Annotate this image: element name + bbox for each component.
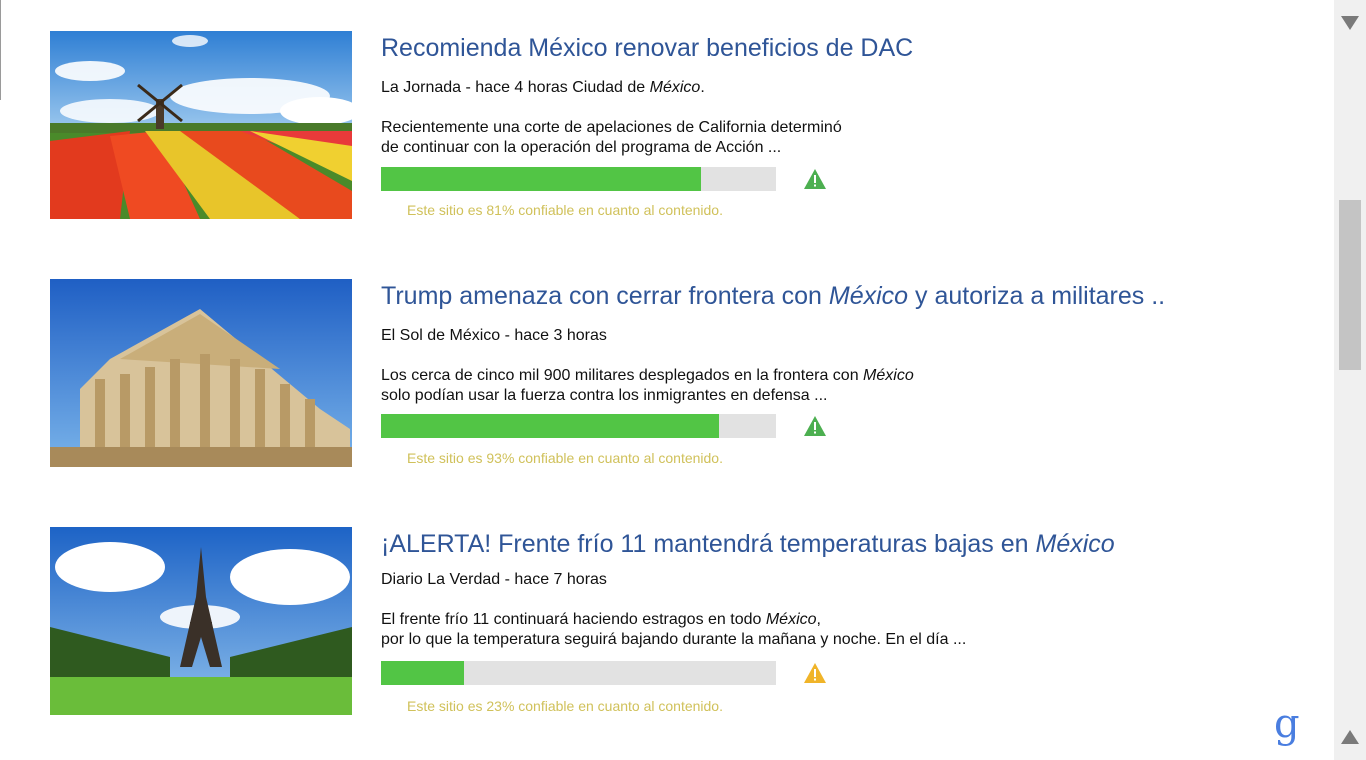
news-snippet: El frente frío 11 continuará haciendo es… bbox=[381, 611, 967, 648]
warning-icon[interactable] bbox=[803, 167, 827, 191]
news-snippet: Los cerca de cinco mil 900 militares des… bbox=[381, 367, 914, 404]
google-g-icon[interactable]: g bbox=[1274, 700, 1300, 748]
news-source: La Jornada - hace 4 horas Ciudad de Méxi… bbox=[381, 79, 705, 96]
reliability-bar bbox=[381, 167, 776, 191]
triangle-down-icon[interactable] bbox=[1340, 14, 1360, 32]
news-source: El Sol de México - hace 3 horas bbox=[381, 327, 607, 344]
triangle-up-icon[interactable] bbox=[1340, 728, 1360, 746]
news-source: Diario La Verdad - hace 7 horas bbox=[381, 571, 607, 588]
reliability-text: Este sitio es 81% confiable en cuanto al… bbox=[407, 202, 723, 218]
news-item[interactable]: Recomienda México renovar beneficios de … bbox=[50, 31, 1310, 221]
windmill-tulips-image[interactable] bbox=[50, 31, 352, 219]
reliability-bar-fill bbox=[381, 661, 464, 685]
scrollbar[interactable] bbox=[1334, 0, 1366, 760]
reliability-bar-fill bbox=[381, 414, 719, 438]
news-item[interactable]: ¡ALERTA! Frente frío 11 mantendrá temper… bbox=[50, 527, 1310, 717]
scrollbar-thumb[interactable] bbox=[1339, 200, 1361, 370]
warning-icon[interactable] bbox=[803, 661, 827, 685]
left-edge-line bbox=[0, 0, 1, 100]
reliability-bar bbox=[381, 661, 776, 685]
warning-icon[interactable] bbox=[803, 414, 827, 438]
news-title[interactable]: Trump amenaza con cerrar frontera con Mé… bbox=[381, 281, 1165, 311]
reliability-text: Este sitio es 23% confiable en cuanto al… bbox=[407, 698, 723, 714]
news-title[interactable]: Recomienda México renovar beneficios de … bbox=[381, 33, 913, 63]
reliability-text: Este sitio es 93% confiable en cuanto al… bbox=[407, 450, 723, 466]
news-item[interactable]: Trump amenaza con cerrar frontera con Mé… bbox=[50, 279, 1310, 469]
news-title[interactable]: ¡ALERTA! Frente frío 11 mantendrá temper… bbox=[381, 529, 1115, 559]
news-snippet: Recientemente una corte de apelaciones d… bbox=[381, 119, 842, 156]
reliability-bar bbox=[381, 414, 776, 438]
parthenon-image[interactable] bbox=[50, 279, 352, 467]
reliability-bar-fill bbox=[381, 167, 701, 191]
eiffel-tower-image[interactable] bbox=[50, 527, 352, 715]
